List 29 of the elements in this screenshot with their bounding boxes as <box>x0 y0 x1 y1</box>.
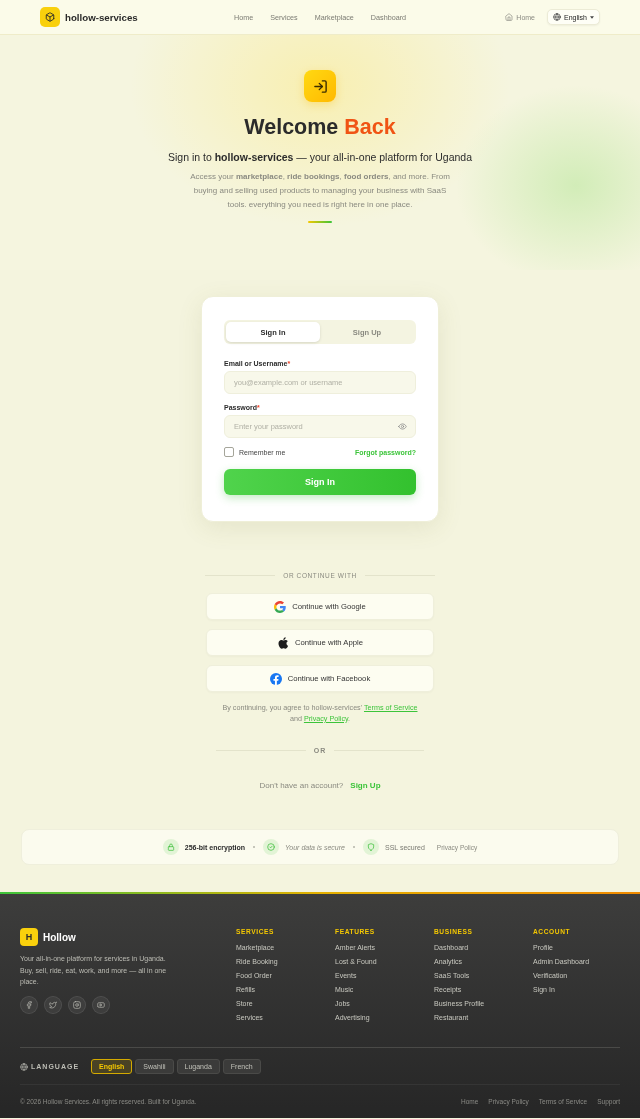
instagram-icon <box>73 1000 81 1009</box>
apple-icon <box>277 636 289 649</box>
youtube-icon <box>97 1000 105 1009</box>
facebook-icon <box>269 672 282 685</box>
footer-brand-name: Hollow <box>43 931 76 943</box>
hero-subtitle: Sign in to hollow-services — your all-in-one platform for Uganda <box>167 150 473 164</box>
google-icon <box>274 600 287 613</box>
caret-icon <box>590 15 594 19</box>
lock-icon <box>162 839 179 855</box>
cube-logo-icon[interactable] <box>40 7 60 27</box>
remember-checkbox[interactable] <box>224 447 234 457</box>
hero-description: Access your marketplace, ride bookings, food orders, and more. From buying and selling used products to managing your business with SaaS tools. everything you need is right here in one place. <box>189 171 451 211</box>
shield-icon <box>362 839 379 855</box>
globe-icon <box>553 13 562 21</box>
facebook-icon <box>25 1000 33 1009</box>
check-circle-icon <box>263 839 280 855</box>
signup-prompt: Don't have an account? <box>259 780 344 790</box>
twitter-icon <box>49 1000 57 1009</box>
social-link[interactable] <box>44 995 62 1014</box>
social-link[interactable] <box>92 995 110 1014</box>
social-link[interactable] <box>20 995 38 1014</box>
accent-line <box>308 221 332 223</box>
social-link[interactable] <box>68 995 86 1014</box>
welcome-title: Welcome Back <box>244 114 396 140</box>
eye-icon[interactable] <box>398 422 407 431</box>
globe-icon <box>20 1062 28 1071</box>
home-icon <box>505 13 514 21</box>
brand-logo: H <box>20 928 38 946</box>
brand-name[interactable]: hollow-services <box>65 11 138 23</box>
